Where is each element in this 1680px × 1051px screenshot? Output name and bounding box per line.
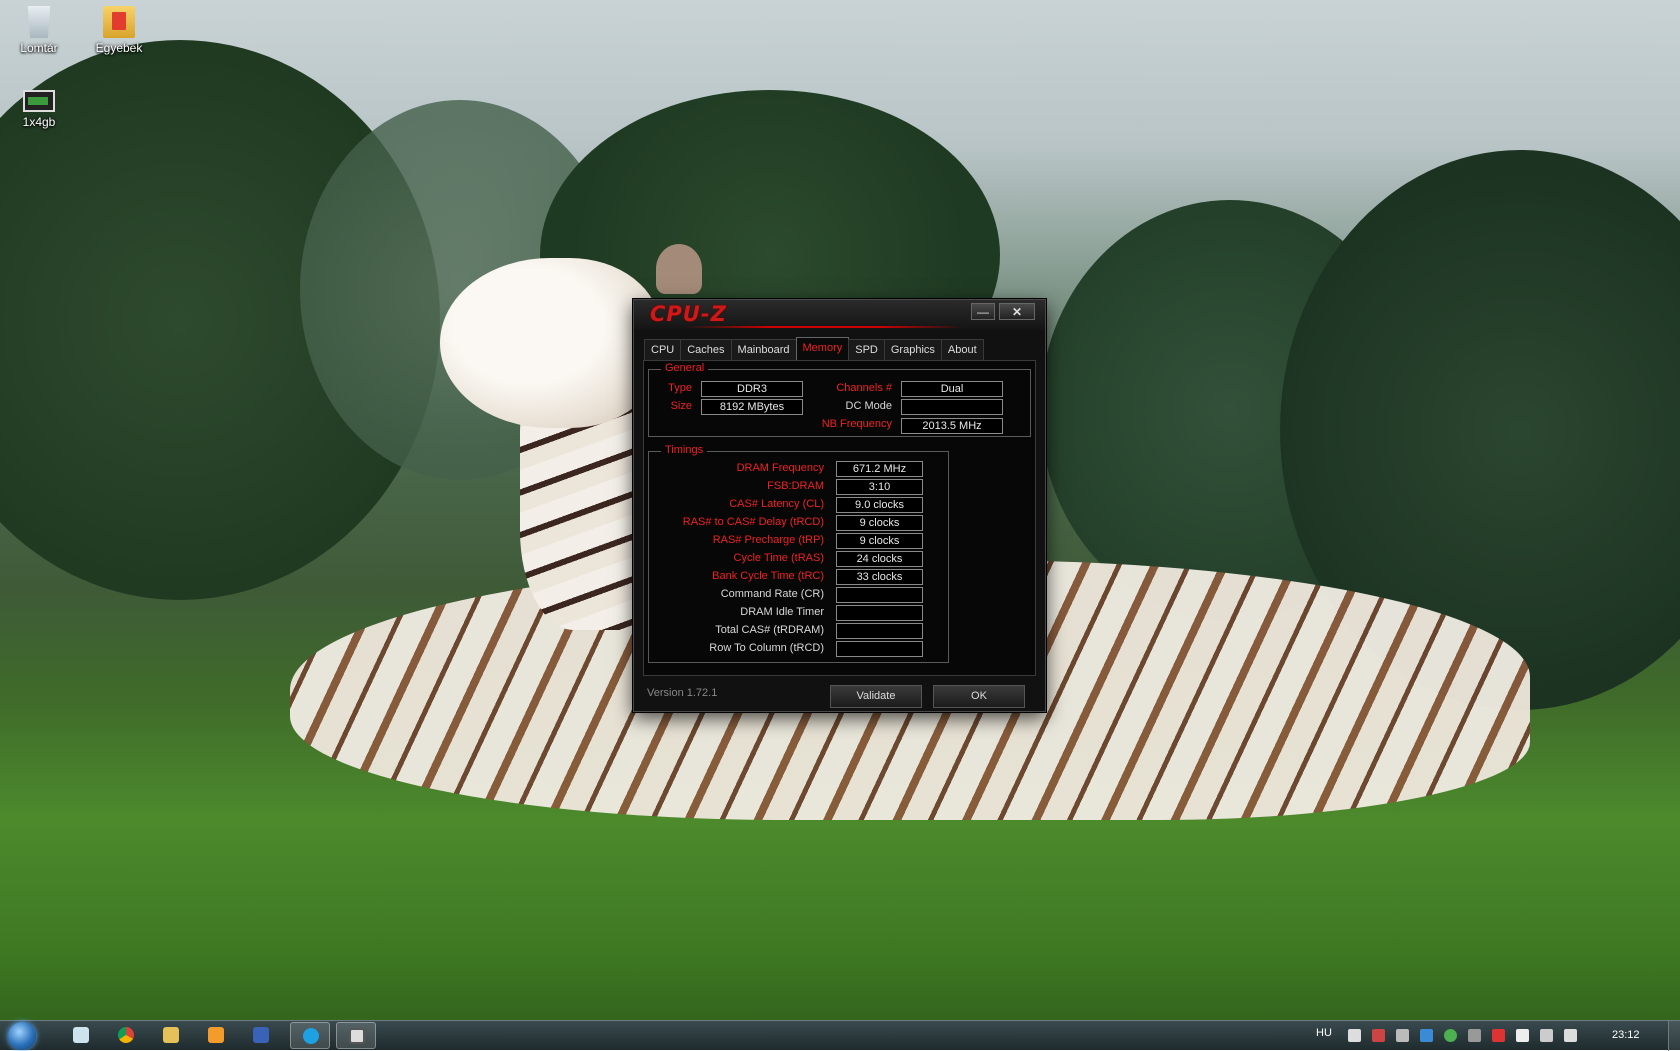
- timing-label: CAS# Latency (CL): [729, 498, 824, 510]
- size-field: 8192 MBytes: [701, 399, 803, 415]
- timing-value: [836, 605, 923, 621]
- notepad-icon: [73, 1027, 89, 1043]
- type-label: Type: [668, 382, 692, 394]
- folder-icon: [103, 6, 135, 38]
- timing-label: RAS# Precharge (tRP): [712, 534, 824, 546]
- action-center-icon[interactable]: [1516, 1029, 1529, 1042]
- desktop-icon-egyebek[interactable]: Egyebek: [84, 6, 154, 55]
- image-file-icon: [23, 90, 55, 112]
- timing-label: FSB:DRAM: [767, 480, 824, 492]
- ok-button[interactable]: OK: [933, 685, 1025, 708]
- tab-cpu[interactable]: CPU: [644, 339, 682, 360]
- title-accent-line: [684, 326, 965, 328]
- timing-value: 9 clocks: [836, 515, 923, 531]
- taskbar-explorer[interactable]: [151, 1022, 191, 1049]
- status-bar: Version 1.72.1 Validate OK: [643, 680, 1036, 708]
- timing-value: [836, 623, 923, 639]
- cpuz-window: CPU-Z — ✕ CPU Caches Mainboard Memory SP…: [633, 299, 1046, 712]
- timing-label: Row To Column (tRCD): [709, 642, 824, 654]
- tab-graphics[interactable]: Graphics: [883, 339, 942, 360]
- start-button[interactable]: [8, 1022, 36, 1050]
- nb-frequency-field: 2013.5 MHz: [901, 418, 1003, 434]
- speaker-mute-icon[interactable]: [1492, 1029, 1505, 1042]
- close-button[interactable]: ✕: [999, 303, 1035, 320]
- timing-value: 671.2 MHz: [836, 461, 923, 477]
- timing-label: Command Rate (CR): [720, 588, 824, 600]
- timing-value: 33 clocks: [836, 569, 923, 585]
- taskbar-skype[interactable]: [290, 1022, 330, 1049]
- tab-memory[interactable]: Memory: [795, 337, 850, 360]
- clock[interactable]: 23:12: [1612, 1029, 1640, 1041]
- minimize-button[interactable]: —: [971, 303, 995, 320]
- volume-icon[interactable]: [1564, 1029, 1577, 1042]
- desktop-icon-recycle-bin[interactable]: Lomtár: [4, 6, 74, 55]
- tab-caches[interactable]: Caches: [680, 339, 732, 360]
- dcmode-field: [901, 399, 1003, 415]
- validate-button[interactable]: Validate: [830, 685, 922, 708]
- desktop-icon-label: 1x4gb: [22, 115, 56, 129]
- memory-tab-panel: General Type DDR3 Size 8192 MBytes Chann…: [643, 360, 1036, 676]
- tab-about[interactable]: About: [940, 339, 984, 360]
- timing-value: 9.0 clocks: [836, 497, 923, 513]
- timings-group: Timings DRAM Frequency 671.2 MHz FSB:DRA…: [648, 444, 949, 663]
- app-logo: CPU-Z: [650, 302, 727, 326]
- recycle-bin-icon: [27, 6, 51, 38]
- dcmode-label: DC Mode: [845, 400, 892, 412]
- timing-value: 3:10: [836, 479, 923, 495]
- tray-app-icon[interactable]: [1396, 1029, 1409, 1042]
- taskbar-cpuz[interactable]: [336, 1022, 376, 1049]
- language-indicator[interactable]: HU: [1316, 1027, 1332, 1039]
- channels-field: Dual: [901, 381, 1003, 397]
- chrome-icon: [118, 1027, 134, 1043]
- desktop-icon-1x4gb[interactable]: 1x4gb: [4, 84, 74, 129]
- timing-value: 9 clocks: [836, 533, 923, 549]
- group-title: General: [661, 362, 709, 374]
- tray-app-icon[interactable]: [1420, 1029, 1433, 1042]
- tab-spd[interactable]: SPD: [848, 339, 885, 360]
- taskbar: HU 23:12: [0, 1020, 1680, 1051]
- taskbar-save-app[interactable]: [241, 1022, 281, 1049]
- taskbar-notepad[interactable]: [61, 1022, 101, 1049]
- tab-bar: CPU Caches Mainboard Memory SPD Graphics…: [644, 337, 984, 361]
- timing-label: RAS# to CAS# Delay (tRCD): [682, 516, 824, 528]
- timing-label: Cycle Time (tRAS): [733, 552, 824, 564]
- type-field: DDR3: [701, 381, 803, 397]
- show-desktop-button[interactable]: [1668, 1021, 1680, 1051]
- version-label: Version 1.72.1: [647, 687, 718, 699]
- cpuz-icon: [349, 1028, 365, 1044]
- nb-frequency-label: NB Frequency: [821, 418, 892, 430]
- group-title: Timings: [661, 444, 708, 456]
- network-icon[interactable]: [1540, 1029, 1553, 1042]
- desktop-icon-label: Lomtár: [20, 41, 58, 55]
- tiger-head: [440, 258, 660, 428]
- timing-value: [836, 641, 923, 657]
- floppy-disk-icon: [253, 1027, 269, 1043]
- timing-label: DRAM Frequency: [736, 462, 824, 474]
- timing-value: [836, 587, 923, 603]
- timing-label: DRAM Idle Timer: [740, 606, 824, 618]
- title-bar[interactable]: CPU-Z — ✕: [634, 300, 1045, 330]
- desktop-icon-label: Egyebek: [95, 41, 143, 55]
- timing-label: Bank Cycle Time (tRC): [712, 570, 824, 582]
- size-label: Size: [670, 400, 692, 412]
- folder-icon: [163, 1027, 179, 1043]
- skype-icon: [303, 1028, 319, 1044]
- timing-value: 24 clocks: [836, 551, 923, 567]
- tab-mainboard[interactable]: Mainboard: [730, 339, 797, 360]
- timing-label: Total CAS# (tRDRAM): [715, 624, 824, 636]
- tray-app-icon[interactable]: [1348, 1029, 1361, 1042]
- tiger-ear: [656, 244, 702, 294]
- taskbar-media-player[interactable]: [196, 1022, 236, 1049]
- tray-app-icon[interactable]: [1444, 1029, 1457, 1042]
- media-player-icon: [208, 1027, 224, 1043]
- taskbar-chrome[interactable]: [106, 1022, 146, 1049]
- tray-app-icon[interactable]: [1372, 1029, 1385, 1042]
- general-group: General Type DDR3 Size 8192 MBytes Chann…: [648, 362, 1031, 437]
- tray-app-icon[interactable]: [1468, 1029, 1481, 1042]
- channels-label: Channels #: [836, 382, 892, 394]
